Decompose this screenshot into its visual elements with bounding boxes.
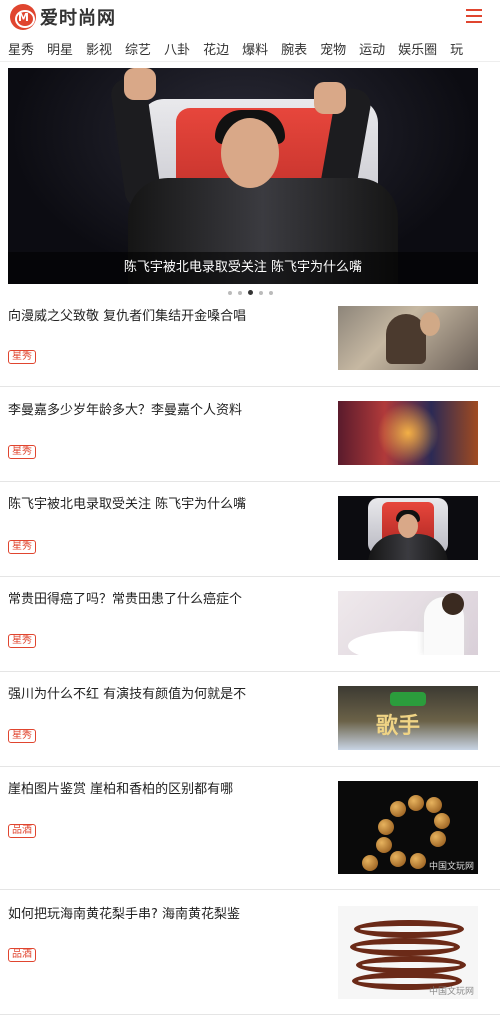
article-thumbnail[interactable]	[338, 306, 478, 370]
logo-text: 爱时尚网	[40, 8, 116, 29]
article-title[interactable]: 常贵田得癌了吗？常贵田患了什么癌症个	[8, 591, 242, 609]
article-thumbnail[interactable]: 中国文玩网	[338, 906, 478, 999]
article-thumbnail[interactable]	[338, 496, 478, 560]
article-row[interactable]: 李曼嘉多少岁年龄多大？李曼嘉个人资料 星秀	[0, 387, 500, 482]
carousel-dot[interactable]	[237, 291, 242, 295]
banner-caption: 陈飞宇被北电录取受关注 陈飞宇为什么嘴	[8, 252, 478, 284]
carousel-dot[interactable]	[258, 291, 263, 295]
thumbnail-watermark: 中国文玩网	[428, 987, 474, 997]
nav-item[interactable]: 娱乐圈	[398, 35, 437, 58]
article-title[interactable]: 如何把玩海南黄花梨手串? 海南黄花梨鉴	[8, 906, 240, 924]
site-logo[interactable]: M 爱时尚网	[10, 3, 116, 31]
article-row[interactable]: 强川为什么不红 有演技有颜值为何就是不 星秀 歌手	[0, 672, 500, 767]
article-tag[interactable]: 品酒	[8, 824, 36, 838]
nav-item[interactable]: 运动	[359, 35, 385, 58]
carousel-dot[interactable]	[268, 291, 273, 295]
category-nav: 星秀 明星 影视 综艺 八卦 花边 爆料 腕表 宠物 运动 娱乐圈玩	[0, 35, 500, 62]
article-row[interactable]: 如何把玩海南黄花梨手串? 海南黄花梨鉴 品酒 中国文玩网	[0, 890, 500, 1015]
hamburger-menu-icon[interactable]	[466, 9, 482, 23]
carousel-dot-active[interactable]	[247, 290, 253, 295]
nav-item[interactable]: 明星	[47, 35, 73, 58]
nav-item[interactable]: 爆料	[242, 35, 268, 58]
article-row[interactable]: 崖柏图片鉴赏 崖柏和香柏的区别都有哪 品酒 中国文玩网	[0, 767, 500, 890]
article-row[interactable]: 常贵田得癌了吗？常贵田患了什么癌症个 星秀	[0, 577, 500, 672]
article-title[interactable]: 陈飞宇被北电录取受关注 陈飞宇为什么嘴	[8, 496, 246, 514]
article-thumbnail[interactable]	[338, 401, 478, 465]
article-title[interactable]: 李曼嘉多少岁年龄多大？李曼嘉个人资料	[8, 402, 242, 420]
article-thumbnail[interactable]: 中国文玩网	[338, 781, 478, 874]
article-row[interactable]: 陈飞宇被北电录取受关注 陈飞宇为什么嘴 星秀	[0, 482, 500, 577]
header: M 爱时尚网	[0, 0, 500, 34]
article-title[interactable]: 向漫威之父致敬 复仇者们集结开金嗓合唱	[8, 308, 246, 326]
article-thumbnail[interactable]: 歌手	[338, 686, 478, 750]
nav-item[interactable]: 宠物	[320, 35, 346, 58]
article-tag[interactable]: 星秀	[8, 729, 36, 743]
thumbnail-text: 歌手	[376, 713, 421, 739]
nav-item[interactable]: 影视	[86, 35, 112, 58]
nav-item[interactable]: 八卦	[164, 35, 190, 58]
article-tag[interactable]: 星秀	[8, 540, 36, 554]
nav-item[interactable]: 星秀	[8, 35, 34, 58]
article-tag[interactable]: 星秀	[8, 634, 36, 648]
logo-icon: M	[10, 4, 36, 30]
carousel-dot[interactable]	[227, 291, 232, 295]
nav-item[interactable]: 综艺	[125, 35, 151, 58]
article-tag[interactable]: 品酒	[8, 948, 36, 962]
nav-item[interactable]: 玩	[450, 35, 463, 58]
nav-item[interactable]: 腕表	[281, 35, 307, 58]
article-title[interactable]: 崖柏图片鉴赏 崖柏和香柏的区别都有哪	[8, 781, 233, 799]
article-tag[interactable]: 星秀	[8, 445, 36, 459]
banner-slide[interactable]: 陈飞宇被北电录取受关注 陈飞宇为什么嘴	[8, 68, 478, 284]
article-thumbnail[interactable]	[338, 591, 478, 655]
thumbnail-watermark: 中国文玩网	[428, 862, 474, 872]
nav-item[interactable]: 花边	[203, 35, 229, 58]
article-title[interactable]: 强川为什么不红 有演技有颜值为何就是不	[8, 686, 246, 704]
article-row[interactable]: 向漫威之父致敬 复仇者们集结开金嗓合唱 星秀	[0, 302, 500, 387]
carousel-indicators	[0, 290, 500, 295]
article-tag[interactable]: 星秀	[8, 350, 36, 364]
